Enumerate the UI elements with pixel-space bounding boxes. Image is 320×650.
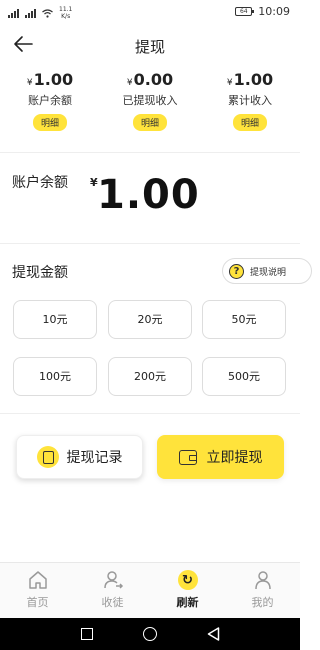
home-icon [28, 571, 47, 589]
summary-label: 已提现收入 [122, 94, 178, 107]
summary-label: 账户余额 [28, 94, 72, 107]
currency-symbol: ¥ [126, 78, 133, 88]
amount-option-50[interactable]: 50元 [202, 300, 286, 339]
tab-home[interactable]: 首页 [0, 563, 75, 618]
currency-symbol: ¥ [26, 78, 33, 88]
amount-option-200[interactable]: 200元 [108, 357, 192, 396]
amount-option-100[interactable]: 100元 [13, 357, 97, 396]
tab-mine[interactable]: 我的 [225, 563, 300, 618]
amount-value: 1.00 [233, 70, 274, 89]
tab-recruit[interactable]: 收徒 [75, 563, 150, 618]
refresh-icon: ↻ [177, 570, 198, 590]
withdraw-label: 立即提现 [206, 450, 263, 466]
speed-unit: K/s [61, 13, 71, 20]
status-bar: 11.1 K/s 64 10:09 [0, 0, 300, 24]
signal-icon [8, 8, 19, 18]
clock: 10:09 [258, 5, 290, 18]
tab-label: 刷新 [176, 596, 199, 609]
amount-label: 提现金额 [12, 265, 68, 281]
withdraw-now-button[interactable]: 立即提现 [157, 435, 284, 479]
amount-option-20[interactable]: 20元 [108, 300, 192, 339]
speed-value: 11.1 [59, 6, 73, 13]
amount-value: 0.00 [133, 70, 174, 89]
summary-total: ¥1.00 累计收入 明细 [200, 70, 300, 140]
detail-button[interactable]: 明细 [232, 114, 267, 131]
tab-label: 收徒 [101, 596, 124, 609]
signal-icon-2 [25, 8, 36, 18]
amount-option-500[interactable]: 500元 [202, 357, 286, 396]
user-icon [254, 571, 271, 590]
back-triangle-icon[interactable] [207, 627, 220, 641]
income-summary: ¥1.00 账户余额 明细 ¥0.00 已提现收入 明细 ¥1.00 累计收入 … [0, 70, 300, 140]
recent-apps-icon[interactable] [81, 628, 93, 640]
tab-label: 我的 [251, 596, 274, 609]
wallet-icon [178, 449, 197, 465]
amount-value: 1.00 [33, 70, 74, 89]
summary-label: 累计收入 [228, 94, 272, 107]
status-left: 11.1 K/s [8, 6, 72, 20]
network-speed: 11.1 K/s [59, 6, 72, 20]
detail-button[interactable]: 明细 [132, 114, 167, 131]
balance-value: 1.00 [97, 172, 200, 218]
battery-icon: 64 [235, 7, 255, 16]
divider [0, 413, 300, 414]
summary-value: ¥1.00 [0, 70, 100, 89]
withdraw-explain-button[interactable]: ? 提现说明 [222, 258, 312, 284]
amount-option-10[interactable]: 10元 [13, 300, 97, 339]
record-label: 提现记录 [66, 450, 123, 466]
divider [0, 243, 300, 244]
summary-withdrawn: ¥0.00 已提现收入 明细 [100, 70, 200, 140]
detail-button[interactable]: 明细 [32, 114, 67, 131]
explain-label: 提现说明 [250, 267, 287, 278]
summary-balance: ¥1.00 账户余额 明细 [0, 70, 100, 140]
currency-symbol: ¥ [226, 78, 233, 88]
divider [0, 152, 300, 153]
page-title: 提现 [134, 38, 165, 56]
question-icon: ? [229, 263, 244, 279]
bottom-tab-bar: 首页 收徒 ↻ 刷新 我的 [0, 562, 300, 618]
summary-value: ¥1.00 [200, 70, 300, 89]
withdraw-record-button[interactable]: 提现记录 [16, 435, 143, 479]
system-nav-bar [0, 618, 300, 650]
tab-refresh[interactable]: ↻ 刷新 [150, 563, 225, 618]
home-circle-icon[interactable] [143, 627, 157, 641]
wifi-icon [42, 8, 53, 18]
status-right: 64 10:09 [235, 5, 290, 18]
balance-label: 账户余额 [12, 175, 68, 191]
add-user-icon [103, 571, 123, 589]
header: 提现 [0, 28, 300, 62]
summary-value: ¥0.00 [100, 70, 200, 89]
record-icon [36, 446, 59, 468]
tab-label: 首页 [26, 596, 49, 609]
